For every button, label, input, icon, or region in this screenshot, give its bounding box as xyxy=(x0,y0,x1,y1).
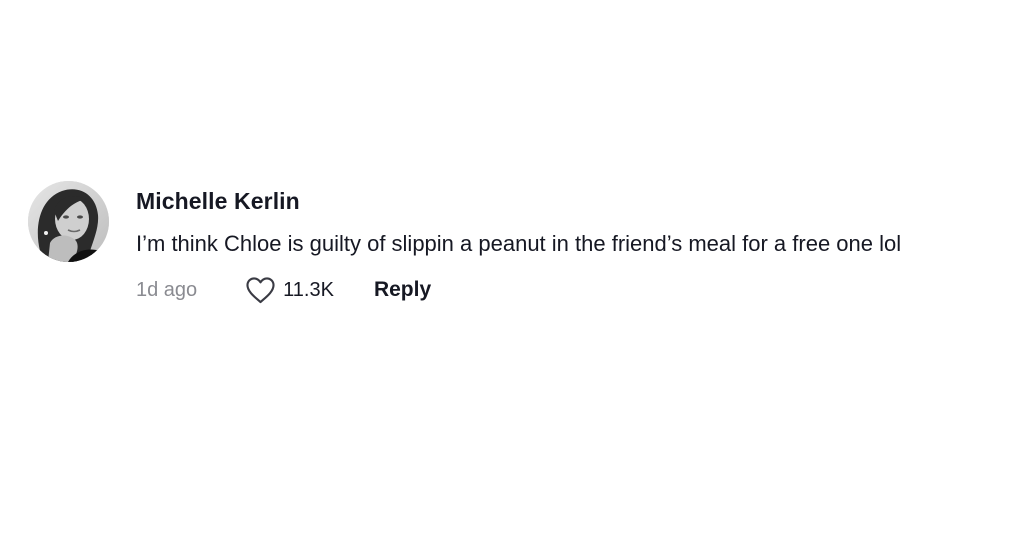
comment-meta: 1d ago 11.3K Reply xyxy=(136,275,988,305)
avatar[interactable] xyxy=(28,181,109,262)
comment-username[interactable]: Michelle Kerlin xyxy=(136,187,988,215)
avatar-photo xyxy=(28,181,109,262)
heart-outline-icon xyxy=(246,277,275,304)
comment-timestamp: 1d ago xyxy=(136,278,198,301)
comment-content: Michelle Kerlin I’m think Chloe is guilt… xyxy=(136,187,988,305)
reply-button[interactable]: Reply xyxy=(374,278,431,302)
like-count: 11.3K xyxy=(283,278,334,301)
like-button[interactable]: 11.3K xyxy=(245,276,334,304)
comment-text: I’m think Chloe is guilty of slippin a p… xyxy=(136,231,902,256)
